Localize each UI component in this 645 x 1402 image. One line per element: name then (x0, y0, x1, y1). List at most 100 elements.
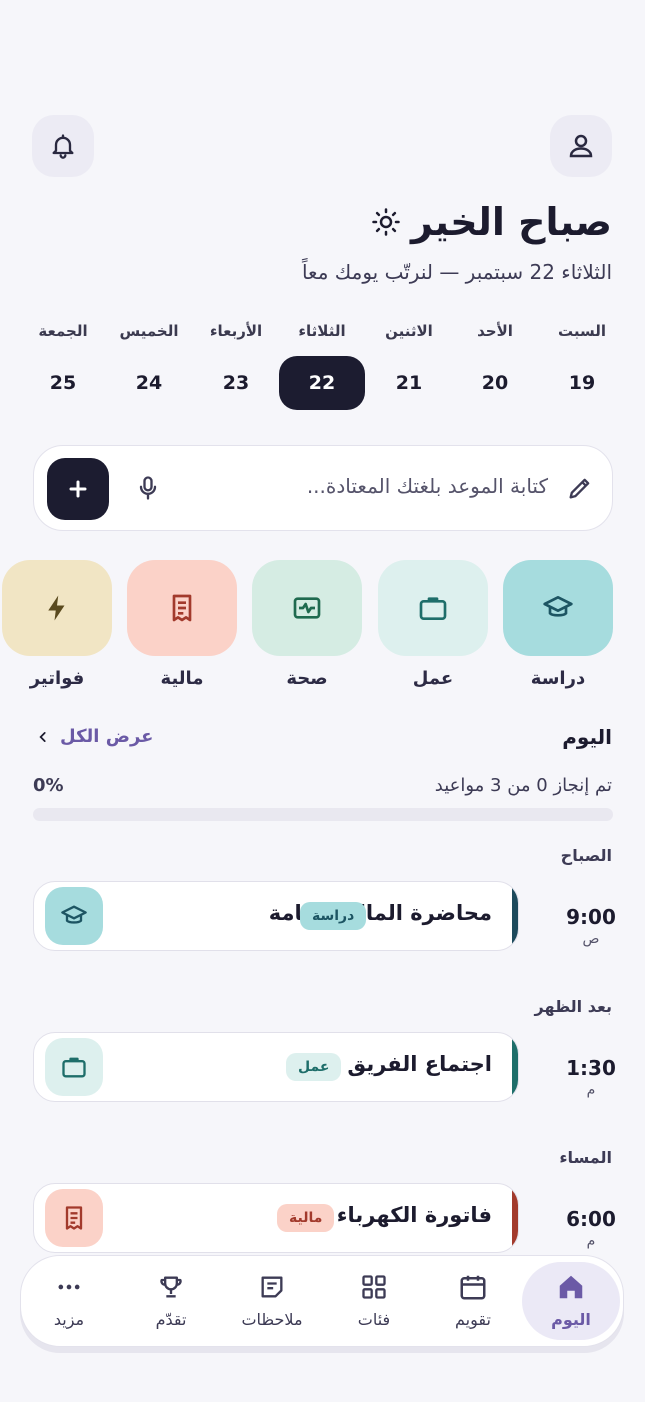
nav-categories[interactable]: فئات (325, 1256, 423, 1344)
plus-icon (69, 480, 87, 498)
appointment-icon (45, 1189, 103, 1247)
sun-icon (372, 208, 400, 236)
briefcase-icon (419, 597, 447, 620)
category-tile (252, 560, 362, 656)
nav-progress[interactable]: تقدّم (122, 1256, 220, 1344)
appointment-time: 9:00 ص (553, 905, 629, 947)
microphone-icon (139, 476, 157, 500)
day-thu[interactable]: الخميس 24 (106, 318, 192, 408)
time-period: م (586, 1233, 596, 1249)
view-all-label: عرض الكل (60, 726, 154, 747)
category-badge: دراسة (300, 902, 367, 930)
time-value: 9:00 (566, 905, 616, 929)
day-tue-selected[interactable]: الثلاثاء 22 (279, 318, 365, 410)
nav-more[interactable]: مزيد (20, 1256, 118, 1344)
day-fri[interactable]: الجمعة 25 (20, 318, 106, 408)
bottom-navigation: اليوم تقويم فئات ملاحظات تقدّم مزيد (20, 1255, 624, 1347)
day-number: 22 (279, 356, 365, 410)
category-label: صحة (286, 668, 328, 689)
notes-icon (261, 1276, 283, 1298)
chevron-left-icon (39, 731, 46, 742)
category-tile (378, 560, 488, 656)
graduation-cap-icon (543, 596, 573, 617)
card-accent (512, 1184, 518, 1252)
appointment-title: فاتورة الكهرباء (336, 1203, 492, 1227)
heartbeat-icon (293, 597, 321, 619)
nav-label: فئات (357, 1310, 391, 1329)
day-wed[interactable]: الأربعاء 23 (193, 318, 279, 408)
appointment-card[interactable]: اجتماع الفريق عمل (33, 1032, 519, 1102)
day-mon[interactable]: الاثنين 21 (366, 318, 452, 408)
trophy-icon (160, 1276, 182, 1298)
category-tile (127, 560, 237, 656)
category-bills[interactable]: فواتير (2, 560, 112, 689)
card-accent (512, 882, 518, 950)
bell-icon (52, 134, 74, 159)
progress-bar (33, 808, 613, 821)
day-number: 23 (222, 372, 250, 394)
nav-notes[interactable]: ملاحظات (223, 1256, 321, 1344)
greeting: صباح الخير (371, 200, 612, 244)
nav-label: تقدّم (155, 1310, 187, 1329)
nav-today[interactable]: اليوم (522, 1262, 620, 1340)
profile-button[interactable] (550, 115, 612, 177)
category-badge: مالية (277, 1204, 335, 1232)
time-period: م (586, 1082, 596, 1098)
graduation-cap-icon (61, 905, 87, 924)
period-afternoon: بعد الظهر (534, 997, 612, 1016)
appointment-title: اجتماع الفريق (347, 1052, 492, 1076)
today-section-title: اليوم (562, 725, 612, 749)
period-evening: المساء (559, 1148, 612, 1167)
more-icon (58, 1284, 80, 1290)
period-morning: الصباح (560, 846, 612, 865)
category-label: دراسة (530, 668, 586, 689)
add-appointment-button[interactable] (47, 458, 109, 520)
category-work[interactable]: عمل (378, 560, 488, 689)
lightning-icon (48, 595, 65, 621)
category-finance[interactable]: مالية (127, 560, 237, 689)
day-sat[interactable]: السبت 19 (539, 318, 625, 408)
quick-add-input[interactable]: كتابة الموعد بلغتك المعتادة... (33, 445, 613, 531)
appointment-icon (45, 1038, 103, 1096)
nav-label: اليوم (551, 1310, 591, 1329)
day-name: الجمعة (38, 322, 88, 340)
category-label: فواتير (29, 668, 85, 689)
home-icon (559, 1275, 583, 1299)
appointment-card[interactable]: محاضرة المالية العامة دراسة (33, 881, 519, 951)
day-number: 24 (135, 372, 163, 394)
day-name: الأحد (477, 322, 513, 340)
briefcase-icon (62, 1057, 86, 1078)
microphone-button[interactable] (134, 474, 162, 506)
day-name: الأربعاء (209, 322, 263, 340)
receipt-icon (65, 1206, 83, 1230)
time-value: 1:30 (566, 1056, 616, 1080)
time-period: ص (582, 931, 600, 947)
day-name: الخميس (119, 322, 179, 340)
day-number: 19 (568, 372, 596, 394)
quick-add-placeholder[interactable]: كتابة الموعد بلغتك المعتادة... (307, 474, 548, 498)
appointment-card[interactable]: فاتورة الكهرباء مالية (33, 1183, 519, 1253)
time-value: 6:00 (566, 1207, 616, 1231)
category-study[interactable]: دراسة (503, 560, 613, 689)
nav-label: مزيد (53, 1310, 85, 1329)
nav-calendar[interactable]: تقويم (424, 1256, 522, 1344)
day-name: السبت (557, 322, 607, 340)
day-name: الاثنين (385, 322, 433, 340)
category-tile (503, 560, 613, 656)
greeting-text: صباح الخير (411, 200, 612, 244)
view-all-link[interactable]: عرض الكل (36, 726, 153, 747)
notifications-button[interactable] (32, 115, 94, 177)
nav-label: تقويم (455, 1310, 491, 1329)
progress-summary: تم إنجاز 0 من 3 مواعيد (434, 775, 612, 796)
category-health[interactable]: صحة (252, 560, 362, 689)
category-badge: عمل (286, 1053, 342, 1081)
day-sun[interactable]: الأحد 20 (452, 318, 538, 408)
day-name: الثلاثاء (298, 322, 346, 340)
category-label: عمل (412, 668, 454, 689)
receipt-icon (172, 594, 192, 622)
progress-percent: 0% (33, 775, 64, 796)
nav-label: ملاحظات (241, 1310, 303, 1329)
appointment-time: 1:30 م (553, 1056, 629, 1098)
category-label: مالية (160, 668, 204, 689)
appointment-icon (45, 887, 103, 945)
